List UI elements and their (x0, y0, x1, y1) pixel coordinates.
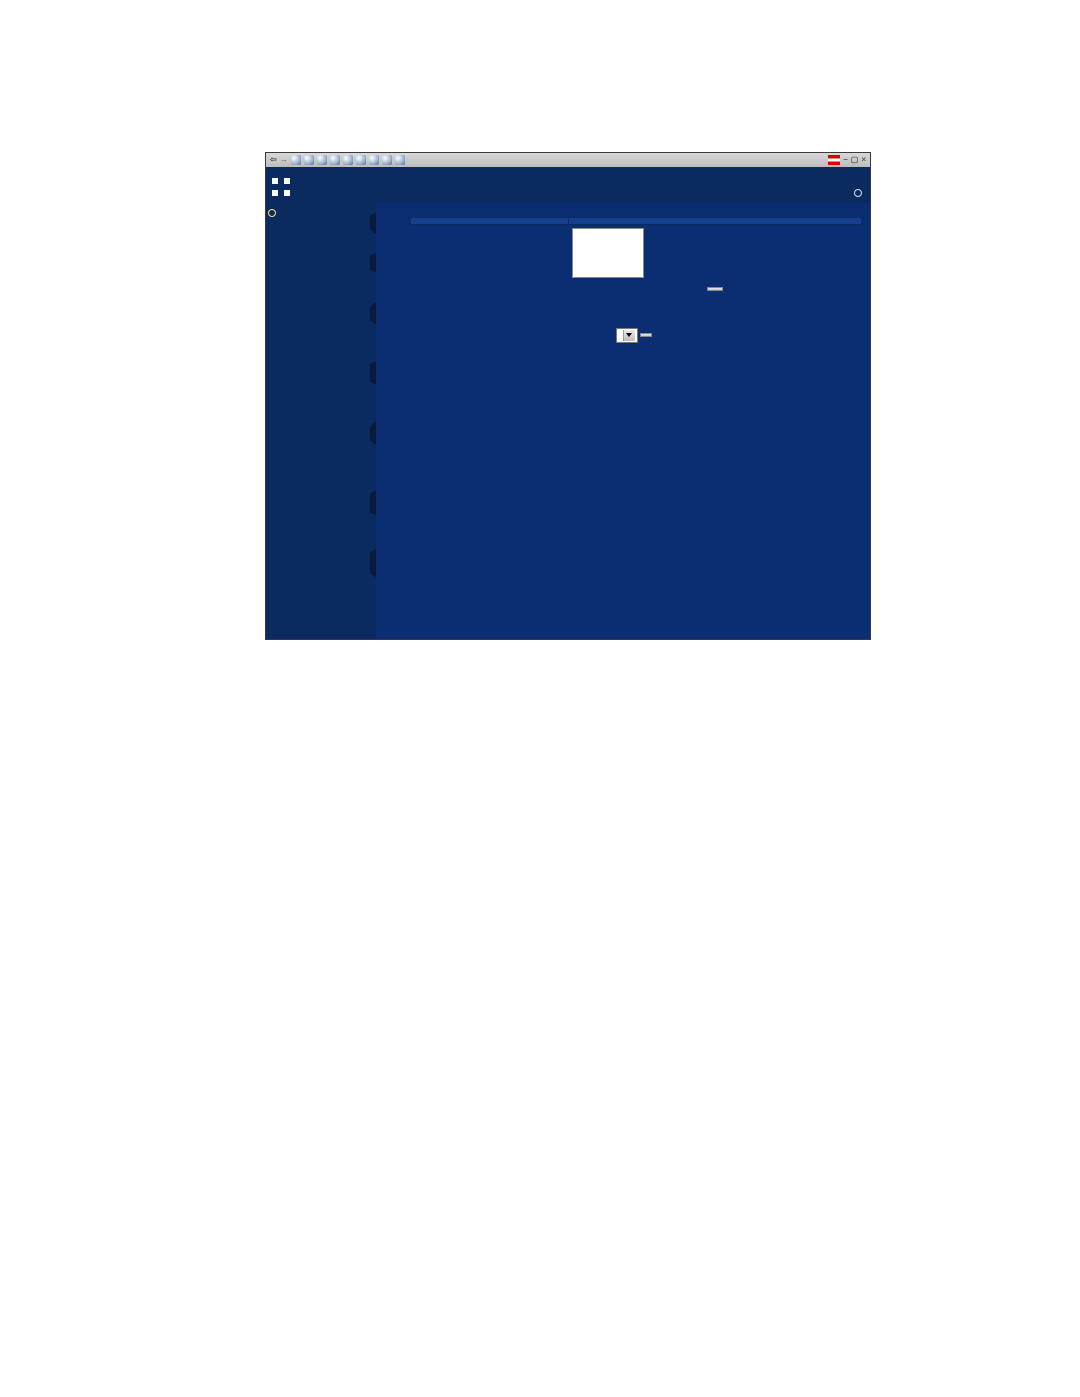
logout-icon[interactable] (854, 189, 862, 197)
main-panel (376, 203, 870, 639)
ike-proposal-index-label (411, 225, 569, 300)
add-to-button[interactable] (640, 333, 652, 337)
edit-icon[interactable] (395, 155, 405, 165)
sidebar-root-security[interactable] (268, 207, 368, 223)
refresh-icon[interactable] (304, 155, 314, 165)
router-banner (266, 167, 870, 203)
chevron-down-icon (623, 330, 635, 341)
ike-proposal-index-listbox[interactable] (572, 228, 644, 278)
close-icon[interactable]: × (861, 152, 866, 168)
item-setting-table (410, 217, 862, 299)
browser-toolbar: ⇦ → – ▢ × (266, 153, 870, 167)
stop-icon[interactable] (291, 155, 301, 165)
sidebar (266, 203, 370, 639)
proposal-id-select[interactable] (616, 328, 638, 343)
home-icon[interactable] (317, 155, 327, 165)
history-icon[interactable] (356, 155, 366, 165)
proposal-id-row (410, 327, 862, 343)
mail-icon[interactable] (369, 155, 379, 165)
screenshot-vpn-ike-proposal: ⇦ → – ▢ × (265, 152, 871, 640)
col-setting (568, 218, 861, 225)
favorites-icon[interactable] (343, 155, 353, 165)
col-item (411, 218, 569, 225)
minimize-icon[interactable]: – (843, 152, 847, 168)
forward-icon[interactable]: → (280, 152, 288, 168)
brand-logo-icon (272, 178, 290, 196)
search-icon[interactable] (330, 155, 340, 165)
print-icon[interactable] (382, 155, 392, 165)
flag-icon (828, 155, 840, 165)
back-icon[interactable]: ⇦ (270, 152, 277, 168)
top-nav[interactable] (854, 187, 864, 201)
remove-button[interactable] (707, 287, 723, 291)
maximize-icon[interactable]: ▢ (851, 152, 859, 168)
